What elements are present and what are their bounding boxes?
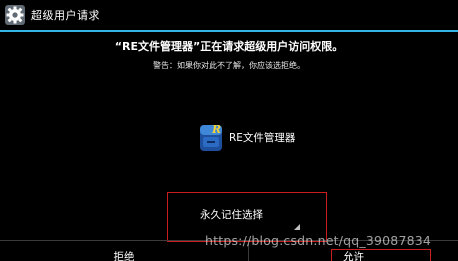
superuser-request-screen: 超级用户请求 “RE文件管理器”正在请求超级用户访问权限。 警告：如果你对此不了…: [0, 0, 458, 261]
app-name: RE文件管理器: [229, 131, 296, 144]
requesting-app: R RE文件管理器: [198, 122, 295, 152]
gear-icon: [5, 5, 25, 25]
warning-text: 警告：如果你对此不了解，你应该选拒绝。: [153, 61, 305, 70]
remember-choice-spinner[interactable]: 永久记住选择: [200, 207, 263, 222]
allow-highlight-box: [331, 249, 431, 261]
svg-text:R: R: [211, 123, 221, 136]
re-file-manager-icon: R: [200, 123, 222, 151]
title-bar: 超级用户请求: [0, 0, 458, 30]
spinner-dropdown-icon: [294, 224, 300, 230]
watermark-text: https://blog.csdn.net/qq_39087834: [205, 233, 432, 248]
title-divider: [0, 30, 458, 32]
window-title: 超级用户请求: [31, 9, 100, 22]
request-headline: “RE文件管理器”正在请求超级用户访问权限。: [114, 40, 344, 53]
